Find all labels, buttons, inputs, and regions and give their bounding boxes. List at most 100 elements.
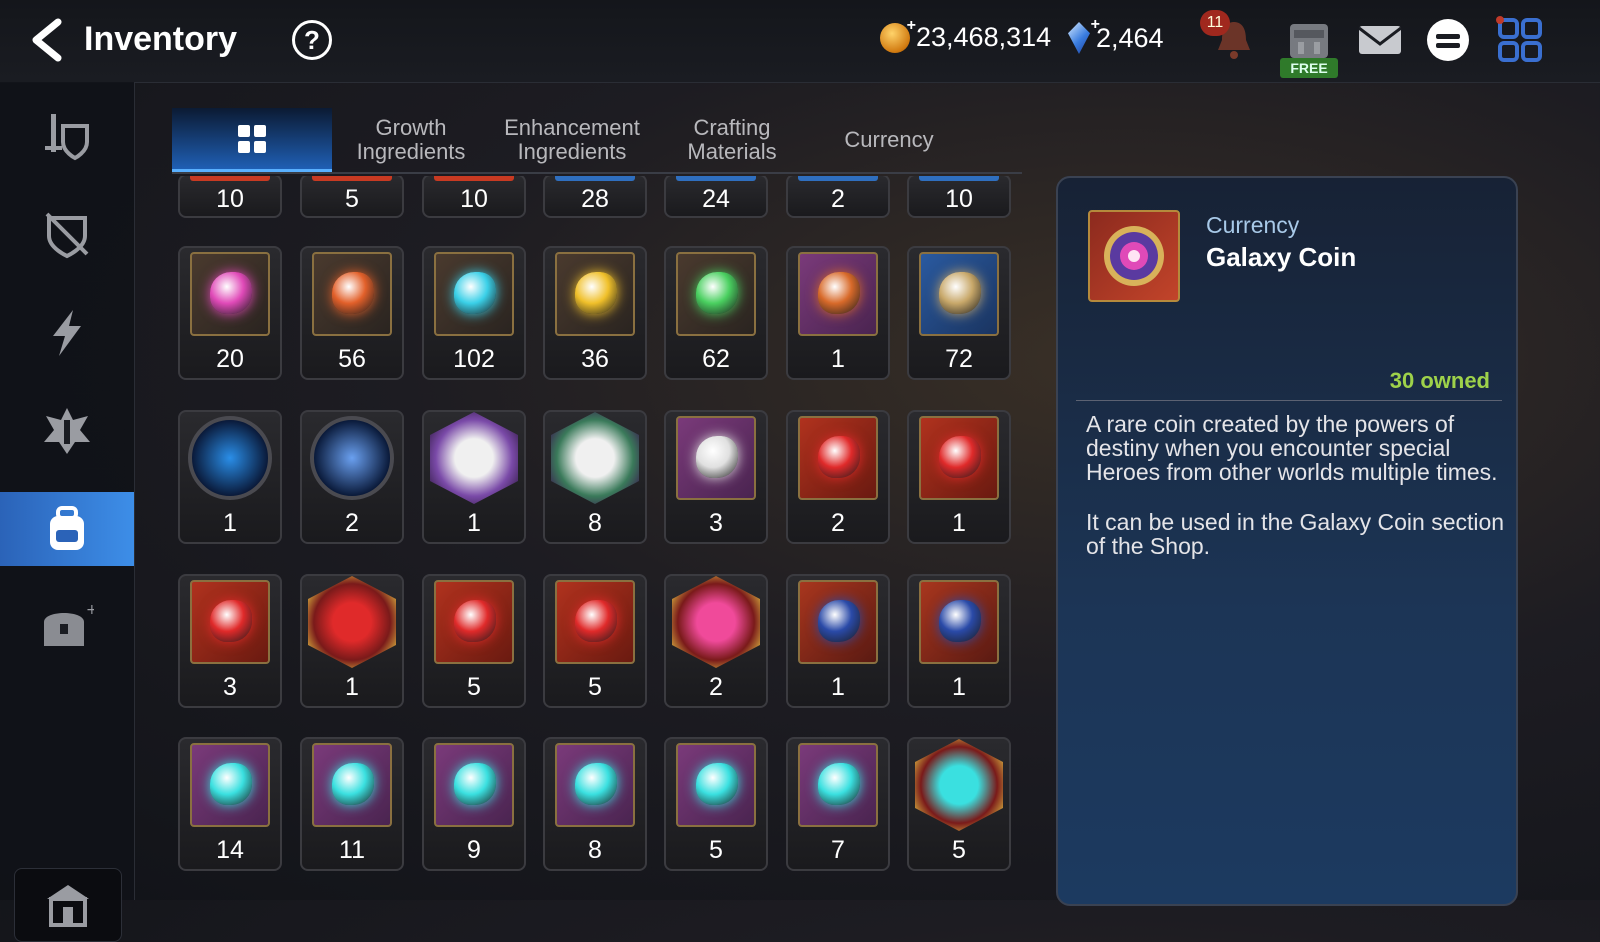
sidebar-item-broken-gear[interactable]: [0, 198, 134, 272]
inventory-item[interactable]: 2: [300, 410, 404, 544]
inventory-item[interactable]: 7: [786, 737, 890, 871]
sidebar-guild-button[interactable]: [14, 868, 122, 942]
back-arrow-icon[interactable]: [26, 18, 70, 62]
sidebar-item-inventory[interactable]: [0, 492, 134, 566]
tab-enhancement-ingredients[interactable]: Enhancement Ingredients: [490, 108, 654, 172]
inventory-item[interactable]: 1: [178, 410, 282, 544]
inventory-item[interactable]: 102: [422, 246, 526, 380]
sidebar-item-skills[interactable]: [0, 296, 134, 370]
chat-icon[interactable]: [1424, 16, 1472, 64]
inventory-item[interactable]: 14: [178, 737, 282, 871]
dark-gem-boot-icon: [555, 743, 635, 827]
item-quantity: 14: [216, 836, 244, 864]
item-quantity: 1: [831, 673, 845, 701]
sidebar: +: [0, 82, 135, 942]
item-quantity: 2: [345, 509, 359, 537]
inventory-item[interactable]: 3: [664, 410, 768, 544]
inventory-item[interactable]: 2: [664, 574, 768, 708]
inventory-item[interactable]: 10: [178, 176, 282, 218]
detail-description-paragraph: A rare coin created by the powers of des…: [1086, 411, 1498, 485]
mail-icon[interactable]: [1356, 16, 1404, 64]
crystal-currency[interactable]: + 2,464: [1068, 16, 1164, 54]
red-gem-hammer-icon: [434, 580, 514, 664]
sidebar-item-chests[interactable]: +: [0, 590, 134, 664]
blue-sigil-icon: [188, 416, 272, 500]
inventory-item[interactable]: 1: [786, 574, 890, 708]
item-rarity-stripe: [434, 176, 514, 181]
item-quantity: 1: [223, 509, 237, 537]
inventory-item[interactable]: 1: [907, 574, 1011, 708]
help-button[interactable]: ?: [292, 20, 332, 60]
item-quantity: 1: [952, 509, 966, 537]
inventory-item[interactable]: 2: [786, 176, 890, 218]
item-quantity: 5: [467, 673, 481, 701]
inventory-item[interactable]: 28: [543, 176, 647, 218]
inventory-item[interactable]: 36: [543, 246, 647, 380]
dark-gem-necklace-icon: [798, 743, 878, 827]
inventory-item[interactable]: 5: [907, 737, 1011, 871]
fox-tail-icon: [798, 252, 878, 336]
blue-crystal-icon: [310, 416, 394, 500]
dark-gem-armor-icon: [434, 743, 514, 827]
category-tabs: Growth Ingredients Enhancement Ingredien…: [172, 108, 1022, 174]
inventory-item[interactable]: 72: [907, 246, 1011, 380]
gold-coin-icon: +: [880, 17, 916, 53]
inventory-item[interactable]: 1: [300, 574, 404, 708]
inventory-item[interactable]: 8: [543, 410, 647, 544]
sidebar-item-artifacts[interactable]: [0, 394, 134, 468]
notification-badge: 11: [1200, 10, 1230, 36]
inventory-item[interactable]: 1: [786, 246, 890, 380]
inventory-item[interactable]: 9: [422, 737, 526, 871]
inventory-item[interactable]: 62: [664, 246, 768, 380]
item-quantity: 20: [216, 345, 244, 373]
item-quantity: 24: [702, 185, 730, 213]
item-quantity: 10: [460, 185, 488, 213]
menu-grid-icon[interactable]: [1496, 16, 1544, 64]
inventory-item[interactable]: 3: [178, 574, 282, 708]
inventory-item[interactable]: 10: [422, 176, 526, 218]
inventory-item[interactable]: 20: [178, 246, 282, 380]
guild-icon: [47, 885, 89, 927]
red-gem-necklace-icon: [190, 580, 270, 664]
inventory-item[interactable]: 5: [300, 176, 404, 218]
shop-icon[interactable]: [1284, 16, 1334, 64]
sword-shield-icon: [45, 114, 89, 161]
inventory-item[interactable]: 8: [543, 737, 647, 871]
inventory-item[interactable]: 2: [786, 410, 890, 544]
detail-divider: [1076, 400, 1502, 401]
artifact-icon: [44, 408, 90, 454]
inventory-grid: 10 5 10 28 24 2 10 20 56 102 36 62 1 72 1 2 1 8 3 2 1 3 1 5 5 2 1 1…: [160, 176, 1030, 900]
sidebar-item-equipment[interactable]: [0, 100, 134, 174]
galaxy-coin-icon: [1104, 226, 1164, 286]
item-quantity: 7: [831, 836, 845, 864]
item-quantity: 8: [588, 509, 602, 537]
item-rarity-stripe: [555, 176, 635, 181]
detail-description-paragraph: It can be used in the Galaxy Coin sectio…: [1086, 509, 1505, 559]
inventory-item[interactable]: 24: [664, 176, 768, 218]
blue-gem-hammer-icon: [798, 580, 878, 664]
inventory-item[interactable]: 56: [300, 246, 404, 380]
item-rarity-stripe: [312, 176, 392, 181]
cyan-rune-icon: [434, 252, 514, 336]
red-gem-armor-icon: [919, 416, 999, 500]
inventory-item[interactable]: 1: [907, 410, 1011, 544]
inventory-item[interactable]: 10: [907, 176, 1011, 218]
inventory-item[interactable]: 11: [300, 737, 404, 871]
detail-description: A rare coin created by the powers of des…: [1086, 412, 1506, 584]
tab-growth-ingredients[interactable]: Growth Ingredients: [336, 108, 486, 172]
item-quantity: 10: [216, 185, 244, 213]
inventory-item[interactable]: 5: [664, 737, 768, 871]
svg-text:+: +: [86, 602, 94, 618]
inventory-item[interactable]: 1: [422, 410, 526, 544]
inventory-item[interactable]: 5: [543, 574, 647, 708]
gold-rune-icon: [555, 252, 635, 336]
item-quantity: 3: [223, 673, 237, 701]
gold-currency[interactable]: + 23,468,314: [880, 17, 1051, 53]
tab-all[interactable]: [172, 108, 332, 172]
inventory-item[interactable]: 5: [422, 574, 526, 708]
pet-food-icon: [430, 412, 518, 504]
detail-item-frame: [1088, 210, 1180, 302]
tab-crafting-materials[interactable]: Crafting Materials: [658, 108, 806, 172]
pet-food-icon: [551, 412, 639, 504]
tab-currency[interactable]: Currency: [812, 108, 966, 172]
